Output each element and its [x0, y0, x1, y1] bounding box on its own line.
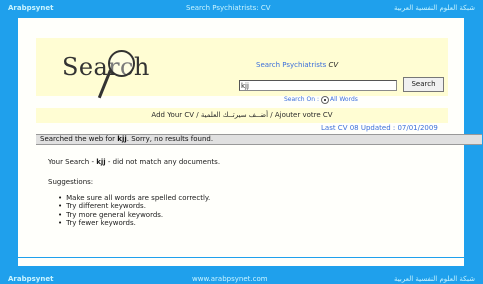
- all-words-label[interactable]: All Words: [330, 96, 358, 103]
- add-cv-link[interactable]: Add Your CV / أضــف سيرتــك العلمية / Aj…: [36, 108, 448, 123]
- suggestion-item: Try more general keywords.: [58, 211, 210, 219]
- search-logo: Search: [62, 47, 149, 99]
- no-match-suffix: - did not match any documents.: [105, 158, 221, 166]
- suggestion-item: Try different keywords.: [58, 202, 210, 210]
- site-name[interactable]: Arabpsynet: [8, 4, 53, 12]
- search-heading: Search Psychiatrists CV: [256, 61, 338, 69]
- result-summary: Searched the web for kjj. Sorry, no resu…: [36, 134, 482, 145]
- search-heading-main: Search Psychiatrists: [256, 61, 327, 69]
- search-on-label: Search On :: [284, 96, 319, 103]
- search-button[interactable]: Search: [403, 77, 444, 92]
- result-suffix: . Sorry, no results found.: [126, 135, 214, 143]
- footer-banner: Arabpsynet www.arabpsynet.com شبكة العلو…: [0, 272, 483, 284]
- suggestions-heading: Suggestions:: [48, 178, 94, 186]
- magnifying-glass-icon: [108, 50, 135, 77]
- no-match-prefix: Your Search -: [48, 158, 97, 166]
- footer-url[interactable]: www.arabpsynet.com: [192, 275, 268, 283]
- all-words-radio[interactable]: [321, 96, 329, 104]
- main-content: Search Search Psychiatrists CV kjj Searc…: [18, 18, 482, 266]
- last-update: Last CV 08 Updated : 07/01/2009: [321, 124, 438, 132]
- suggestion-item: Make sure all words are spelled correctl…: [58, 194, 210, 202]
- search-panel: Search Search Psychiatrists CV kjj Searc…: [36, 38, 448, 104]
- no-match-message: Your Search - kjj - did not match any do…: [48, 158, 220, 166]
- page-title: Search Psychiatrists: CV: [186, 4, 271, 12]
- bottom-rule: [18, 257, 464, 258]
- search-input[interactable]: kjj: [239, 80, 397, 91]
- footer-site-name[interactable]: Arabpsynet: [8, 275, 53, 283]
- result-query: kjj: [117, 135, 127, 143]
- suggestion-item: Try fewer keywords.: [58, 219, 210, 227]
- search-heading-cv: CV: [328, 61, 339, 69]
- suggestions-list: Make sure all words are spelled correctl…: [58, 194, 210, 228]
- arabic-site-name[interactable]: شبكة العلوم النفسية العربية: [394, 4, 475, 12]
- no-match-query: kjj: [96, 158, 106, 166]
- footer-arabic-name[interactable]: شبكة العلوم النفسية العربية: [394, 275, 475, 283]
- top-banner: Arabpsynet Search Psychiatrists: CV شبكة…: [0, 0, 483, 18]
- result-prefix: Searched the web for: [40, 135, 118, 143]
